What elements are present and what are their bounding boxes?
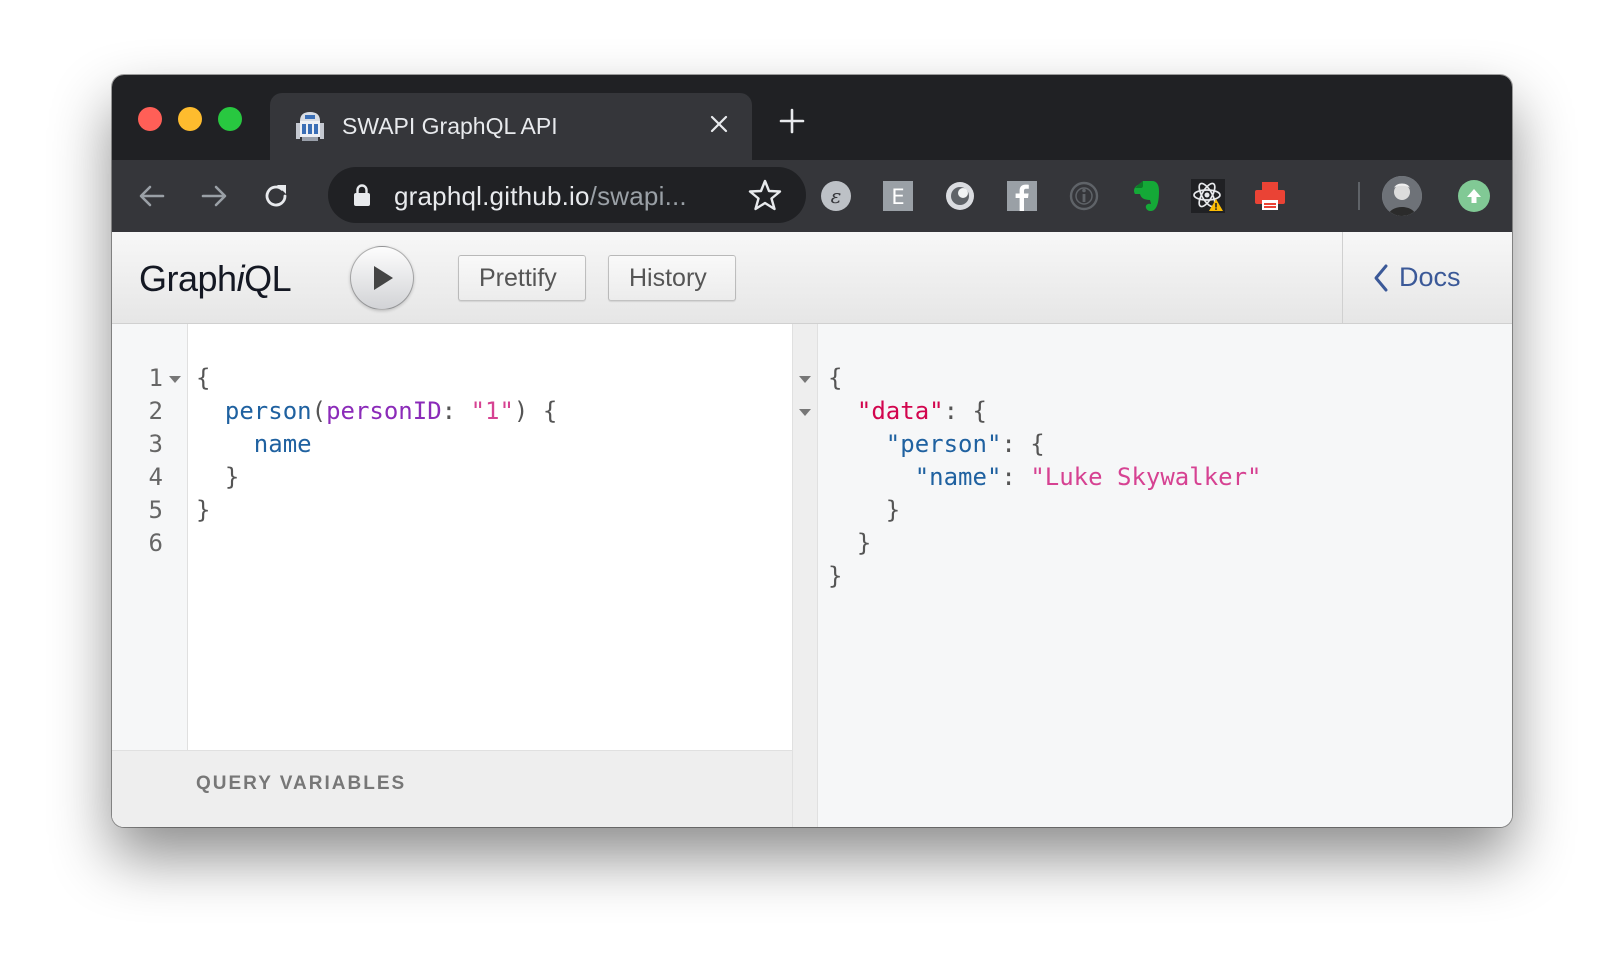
forward-arrow-icon[interactable] xyxy=(192,174,236,218)
graphiql-logo: GraphiQL xyxy=(139,258,292,299)
url-text: graphql.github.io/swapi... xyxy=(394,181,687,212)
line-number: 3 xyxy=(148,430,163,458)
new-tab-plus-icon[interactable] xyxy=(772,101,812,141)
result-line: { xyxy=(828,364,843,392)
result-viewer: { "data": { "person": { "name": "Luke Sk… xyxy=(818,324,1512,827)
docs-label: Docs xyxy=(1399,262,1461,292)
close-window-button[interactable] xyxy=(138,107,162,131)
result-line: } xyxy=(856,529,872,557)
line-number: 6 xyxy=(148,529,163,557)
docs-area: Docs xyxy=(1342,232,1512,324)
fold-arrow-icon[interactable] xyxy=(799,376,811,383)
info-icon[interactable] xyxy=(1066,178,1102,214)
line-number: 5 xyxy=(148,496,163,524)
lock-icon xyxy=(354,184,370,206)
toolbar-separator xyxy=(1358,182,1360,210)
result-line: } xyxy=(885,496,901,524)
url-host: graphql.github.io xyxy=(394,181,590,211)
svg-text:E: E xyxy=(891,185,904,209)
prettify-button[interactable]: Prettify xyxy=(458,255,586,301)
reload-icon[interactable] xyxy=(254,174,298,218)
address-bar[interactable]: graphql.github.io/swapi... xyxy=(328,167,806,223)
print-icon[interactable] xyxy=(1252,178,1288,214)
query-variables-toggle[interactable]: QUERY VARIABLES xyxy=(112,750,792,827)
line-number: 1 xyxy=(148,364,163,392)
fold-arrow-icon[interactable] xyxy=(799,409,811,416)
result-line: "name": "Luke Skywalker" xyxy=(914,463,1262,491)
update-arrow-icon[interactable] xyxy=(1458,180,1490,212)
execute-query-button[interactable] xyxy=(350,246,414,310)
ember-icon[interactable]: ε xyxy=(818,178,854,214)
code-line: { xyxy=(196,364,211,392)
profile-avatar[interactable] xyxy=(1382,176,1422,216)
play-icon xyxy=(374,266,393,290)
tab-title: SWAPI GraphQL API xyxy=(342,113,558,139)
minimize-window-button[interactable] xyxy=(178,107,202,131)
line-number: 2 xyxy=(148,397,163,425)
record-icon[interactable] xyxy=(942,178,978,214)
browser-window: SWAPI GraphQL API graphql.github.io/swap… xyxy=(112,75,1512,827)
svg-text:ε: ε xyxy=(831,184,842,208)
maximize-window-button[interactable] xyxy=(218,107,242,131)
tab-strip: SWAPI GraphQL API xyxy=(112,75,1512,160)
code-line: } xyxy=(224,463,240,491)
back-arrow-icon[interactable] xyxy=(130,174,174,218)
result-line: "data": { xyxy=(856,397,987,425)
r2d2-favicon-icon xyxy=(296,112,324,141)
facebook-icon[interactable] xyxy=(1004,178,1040,214)
graphiql-topbar: GraphiQL Prettify History Docs xyxy=(112,232,1512,324)
code-line: name xyxy=(253,430,312,458)
bookmark-star-icon[interactable] xyxy=(748,178,782,212)
browser-tab-active[interactable]: SWAPI GraphQL API xyxy=(270,93,752,160)
e-extension-icon[interactable]: E xyxy=(880,178,916,214)
browser-toolbar: graphql.github.io/swapi... ε E xyxy=(112,160,1512,232)
react-devtools-icon[interactable] xyxy=(1190,178,1226,214)
history-button[interactable]: History xyxy=(608,255,736,301)
tab-close-icon[interactable] xyxy=(702,107,736,141)
chevron-left-icon xyxy=(1374,264,1388,291)
result-line: } xyxy=(828,562,843,590)
docs-link[interactable]: Docs xyxy=(1373,262,1461,293)
url-path: /swapi... xyxy=(589,181,687,211)
pane-divider[interactable] xyxy=(792,324,818,827)
code-line: person(personID: "1") { xyxy=(224,397,558,425)
query-editor[interactable]: 1 2 3 4 5 6 { person(personID: "1") { na… xyxy=(112,324,792,827)
line-number: 4 xyxy=(148,463,163,491)
result-line: "person": { xyxy=(885,430,1045,458)
fold-arrow-icon[interactable] xyxy=(169,376,181,383)
line-number-gutter: 1 2 3 4 5 6 xyxy=(112,324,188,750)
code-line: } xyxy=(196,496,211,524)
evernote-icon[interactable] xyxy=(1128,178,1164,214)
